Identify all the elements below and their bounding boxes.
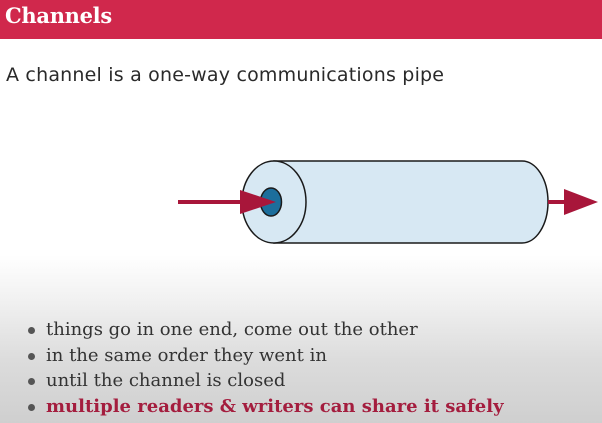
bullet-text: until the channel is closed [46,370,286,391]
bullet-item: things go in one end, come out the other [28,317,504,343]
slide-title: Channels [5,3,112,28]
bullet-item: in the same order they went in [28,343,504,369]
bullet-dot-icon [28,403,35,411]
bullet-dot-icon [28,352,35,360]
bullet-text: multiple readers & writers can share it … [46,395,504,417]
bullet-text: in the same order they went in [46,344,327,366]
bullet-text: things go in one end, come out the other [46,319,418,340]
title-bar: Channels [0,0,602,39]
bullet-item-emphasized: multiple readers & writers can share it … [28,394,504,420]
output-arrow-head [564,189,598,215]
pipe-body [273,160,549,244]
bullet-dot-icon [28,378,35,385]
slide-subtitle: A channel is a one-way communications pi… [6,64,445,86]
channel-pipe-diagram [178,160,598,244]
bullet-dot-icon [28,327,35,334]
bullet-list: things go in one end, come out the other… [28,317,504,419]
bullet-item: until the channel is closed [28,368,504,394]
